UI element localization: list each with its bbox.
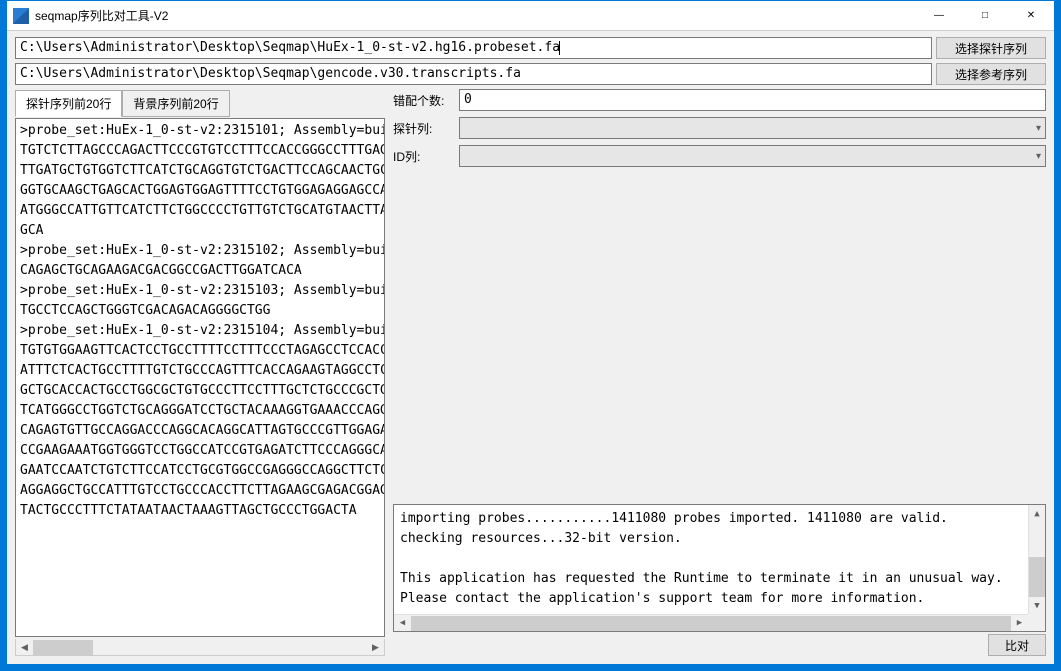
preview-tabs: 探针序列前20行 背景序列前20行 bbox=[15, 89, 385, 116]
mismatch-label: 错配个数: bbox=[393, 92, 457, 109]
preview-line: TGCCTCCAGCTGGGTCGACAGACAGGGGCTGG bbox=[20, 301, 384, 321]
preview-line: >probe_set:HuEx-1_0-st-v2:2315101; Assem… bbox=[20, 121, 384, 141]
preview-line: GCA bbox=[20, 221, 384, 241]
preview-line: >probe_set:HuEx-1_0-st-v2:2315104; Assem… bbox=[20, 321, 384, 341]
log-hscroll[interactable]: ◀ ▶ bbox=[394, 614, 1028, 631]
close-button[interactable]: ✕ bbox=[1008, 1, 1054, 31]
preview-line: TCATGGGCCTGGTCTGCAGGGATCCTGCTACAAAGGTGAA… bbox=[20, 401, 384, 421]
log-line: This application has requested the Runti… bbox=[400, 569, 1039, 589]
chevron-down-icon: ▾ bbox=[1036, 123, 1041, 134]
window-title: seqmap序列比对工具-V2 bbox=[35, 7, 916, 24]
probe-path-input[interactable]: C:\Users\Administrator\Desktop\Seqmap\Hu… bbox=[15, 37, 932, 59]
preview-line: ATTTCTCACTGCCTTTTGTCTGCCCAGTTTCACCAGAAGT… bbox=[20, 361, 384, 381]
scroll-right-icon[interactable]: ▶ bbox=[367, 640, 384, 655]
preview-line: GAATCCAATCTGTCTTCCATCCTGCGTGGCCGAGGGCCAG… bbox=[20, 461, 384, 481]
probe-column-label: 探针列: bbox=[393, 120, 457, 137]
probe-column-combo[interactable]: ▾ bbox=[459, 117, 1046, 139]
preview-line: GCTGCACCACTGCCTGGCGCTGTGCCCTTCCTTTGCTCTG… bbox=[20, 381, 384, 401]
ref-path-input[interactable]: C:\Users\Administrator\Desktop\Seqmap\ge… bbox=[15, 63, 932, 85]
app-icon bbox=[13, 8, 29, 24]
log-vscroll[interactable]: ▲ ▼ bbox=[1028, 505, 1045, 614]
log-line: Please contact the application's support… bbox=[400, 589, 1039, 609]
tab-probe-20[interactable]: 探针序列前20行 bbox=[15, 90, 122, 117]
preview-line: CAGAGTGTTGCCAGGACCCAGGCACAGGCATTAGTGCCCG… bbox=[20, 421, 384, 441]
probe-preview-hscroll[interactable]: ◀ ▶ bbox=[15, 639, 385, 656]
preview-line: TACTGCCCTTTCTATAATAACTAAAGTTAGCTGCCCTGGA… bbox=[20, 501, 384, 521]
log-line bbox=[400, 549, 1039, 569]
compare-button[interactable]: 比对 bbox=[988, 634, 1046, 656]
titlebar[interactable]: seqmap序列比对工具-V2 — □ ✕ bbox=[7, 1, 1054, 31]
scroll-left-icon[interactable]: ◀ bbox=[394, 616, 411, 631]
scroll-left-icon[interactable]: ◀ bbox=[16, 640, 33, 655]
vscroll-thumb[interactable] bbox=[1029, 557, 1045, 597]
scroll-right-icon[interactable]: ▶ bbox=[1011, 616, 1028, 631]
preview-line: TTGATGCTGTGGTCTTCATCTGCAGGTGTCTGACTTCCAG… bbox=[20, 161, 384, 181]
preview-line: AGGAGGCTGCCATTTGTCCTGCCCACCTTCTTAGAAGCGA… bbox=[20, 481, 384, 501]
preview-line: GGTGCAAGCTGAGCACTGGAGTGGAGTTTTCCTGTGGAGA… bbox=[20, 181, 384, 201]
preview-line: >probe_set:HuEx-1_0-st-v2:2315102; Assem… bbox=[20, 241, 384, 261]
preview-line: TGTCTCTTAGCCCAGACTTCCCGTGTCCTTTCCACCGGGC… bbox=[20, 141, 384, 161]
mismatch-input[interactable]: 0 bbox=[459, 89, 1046, 111]
scroll-up-icon[interactable]: ▲ bbox=[1029, 505, 1045, 522]
preview-line: ATGGGCCATTGTTCATCTTCTGGCCCCTGTTGTCTGCATG… bbox=[20, 201, 384, 221]
log-line: checking resources...32-bit version. bbox=[400, 529, 1039, 549]
scroll-down-icon[interactable]: ▼ bbox=[1029, 597, 1045, 614]
id-column-label: ID列: bbox=[393, 148, 457, 165]
scroll-corner bbox=[1028, 614, 1045, 631]
app-window: seqmap序列比对工具-V2 — □ ✕ C:\Users\Administr… bbox=[6, 0, 1055, 665]
select-ref-button[interactable]: 选择参考序列 bbox=[936, 63, 1046, 85]
preview-line: >probe_set:HuEx-1_0-st-v2:2315103; Assem… bbox=[20, 281, 384, 301]
minimize-button[interactable]: — bbox=[916, 1, 962, 31]
hscroll-thumb[interactable] bbox=[411, 616, 1011, 631]
client-area: C:\Users\Administrator\Desktop\Seqmap\Hu… bbox=[7, 31, 1054, 664]
log-line: importing probes...........1411080 probe… bbox=[400, 509, 1039, 529]
select-probe-button[interactable]: 选择探针序列 bbox=[936, 37, 1046, 59]
log-textarea[interactable]: importing probes...........1411080 probe… bbox=[393, 504, 1046, 632]
preview-line: CAGAGCTGCAGAAGACGACGGCCGACTTGGATCACA bbox=[20, 261, 384, 281]
preview-line: TGTGTGGAAGTTCACTCCTGCCTTTTCCTTTCCCTAGAGC… bbox=[20, 341, 384, 361]
maximize-button[interactable]: □ bbox=[962, 1, 1008, 31]
id-column-combo[interactable]: ▾ bbox=[459, 145, 1046, 167]
preview-line: CCGAAGAAATGGTGGGTCCTGGCCATCCGTGAGATCTTCC… bbox=[20, 441, 384, 461]
hscroll-thumb[interactable] bbox=[33, 640, 93, 655]
tab-bg-20[interactable]: 背景序列前20行 bbox=[122, 90, 229, 117]
chevron-down-icon: ▾ bbox=[1036, 151, 1041, 162]
probe-preview-textarea[interactable]: >probe_set:HuEx-1_0-st-v2:2315101; Assem… bbox=[15, 118, 385, 637]
